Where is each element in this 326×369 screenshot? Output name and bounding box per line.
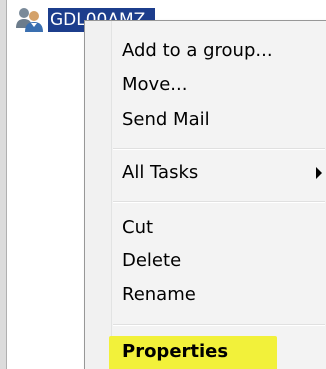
menu-separator <box>113 148 325 150</box>
menu-gutter <box>85 21 112 369</box>
menu-item-delete[interactable]: Delete <box>122 250 181 272</box>
context-menu: Add to a group... Move... Send Mail All … <box>84 20 326 369</box>
menu-item-properties[interactable]: Properties <box>122 341 228 363</box>
menu-item-move[interactable]: Move... <box>122 74 187 96</box>
group-users-icon <box>16 8 43 32</box>
submenu-arrow-icon <box>316 167 322 179</box>
menu-item-all-tasks[interactable]: All Tasks <box>122 162 198 184</box>
pane-left-border <box>0 0 7 369</box>
menu-item-rename[interactable]: Rename <box>122 284 196 306</box>
menu-separator <box>113 201 325 203</box>
menu-item-add-to-group[interactable]: Add to a group... <box>122 40 273 62</box>
menu-item-send-mail[interactable]: Send Mail <box>122 109 210 131</box>
screenshot-stage: GDL00AMZ Add to a group... Move... Send … <box>0 0 326 369</box>
menu-item-cut[interactable]: Cut <box>122 217 153 239</box>
menu-separator <box>113 324 325 326</box>
